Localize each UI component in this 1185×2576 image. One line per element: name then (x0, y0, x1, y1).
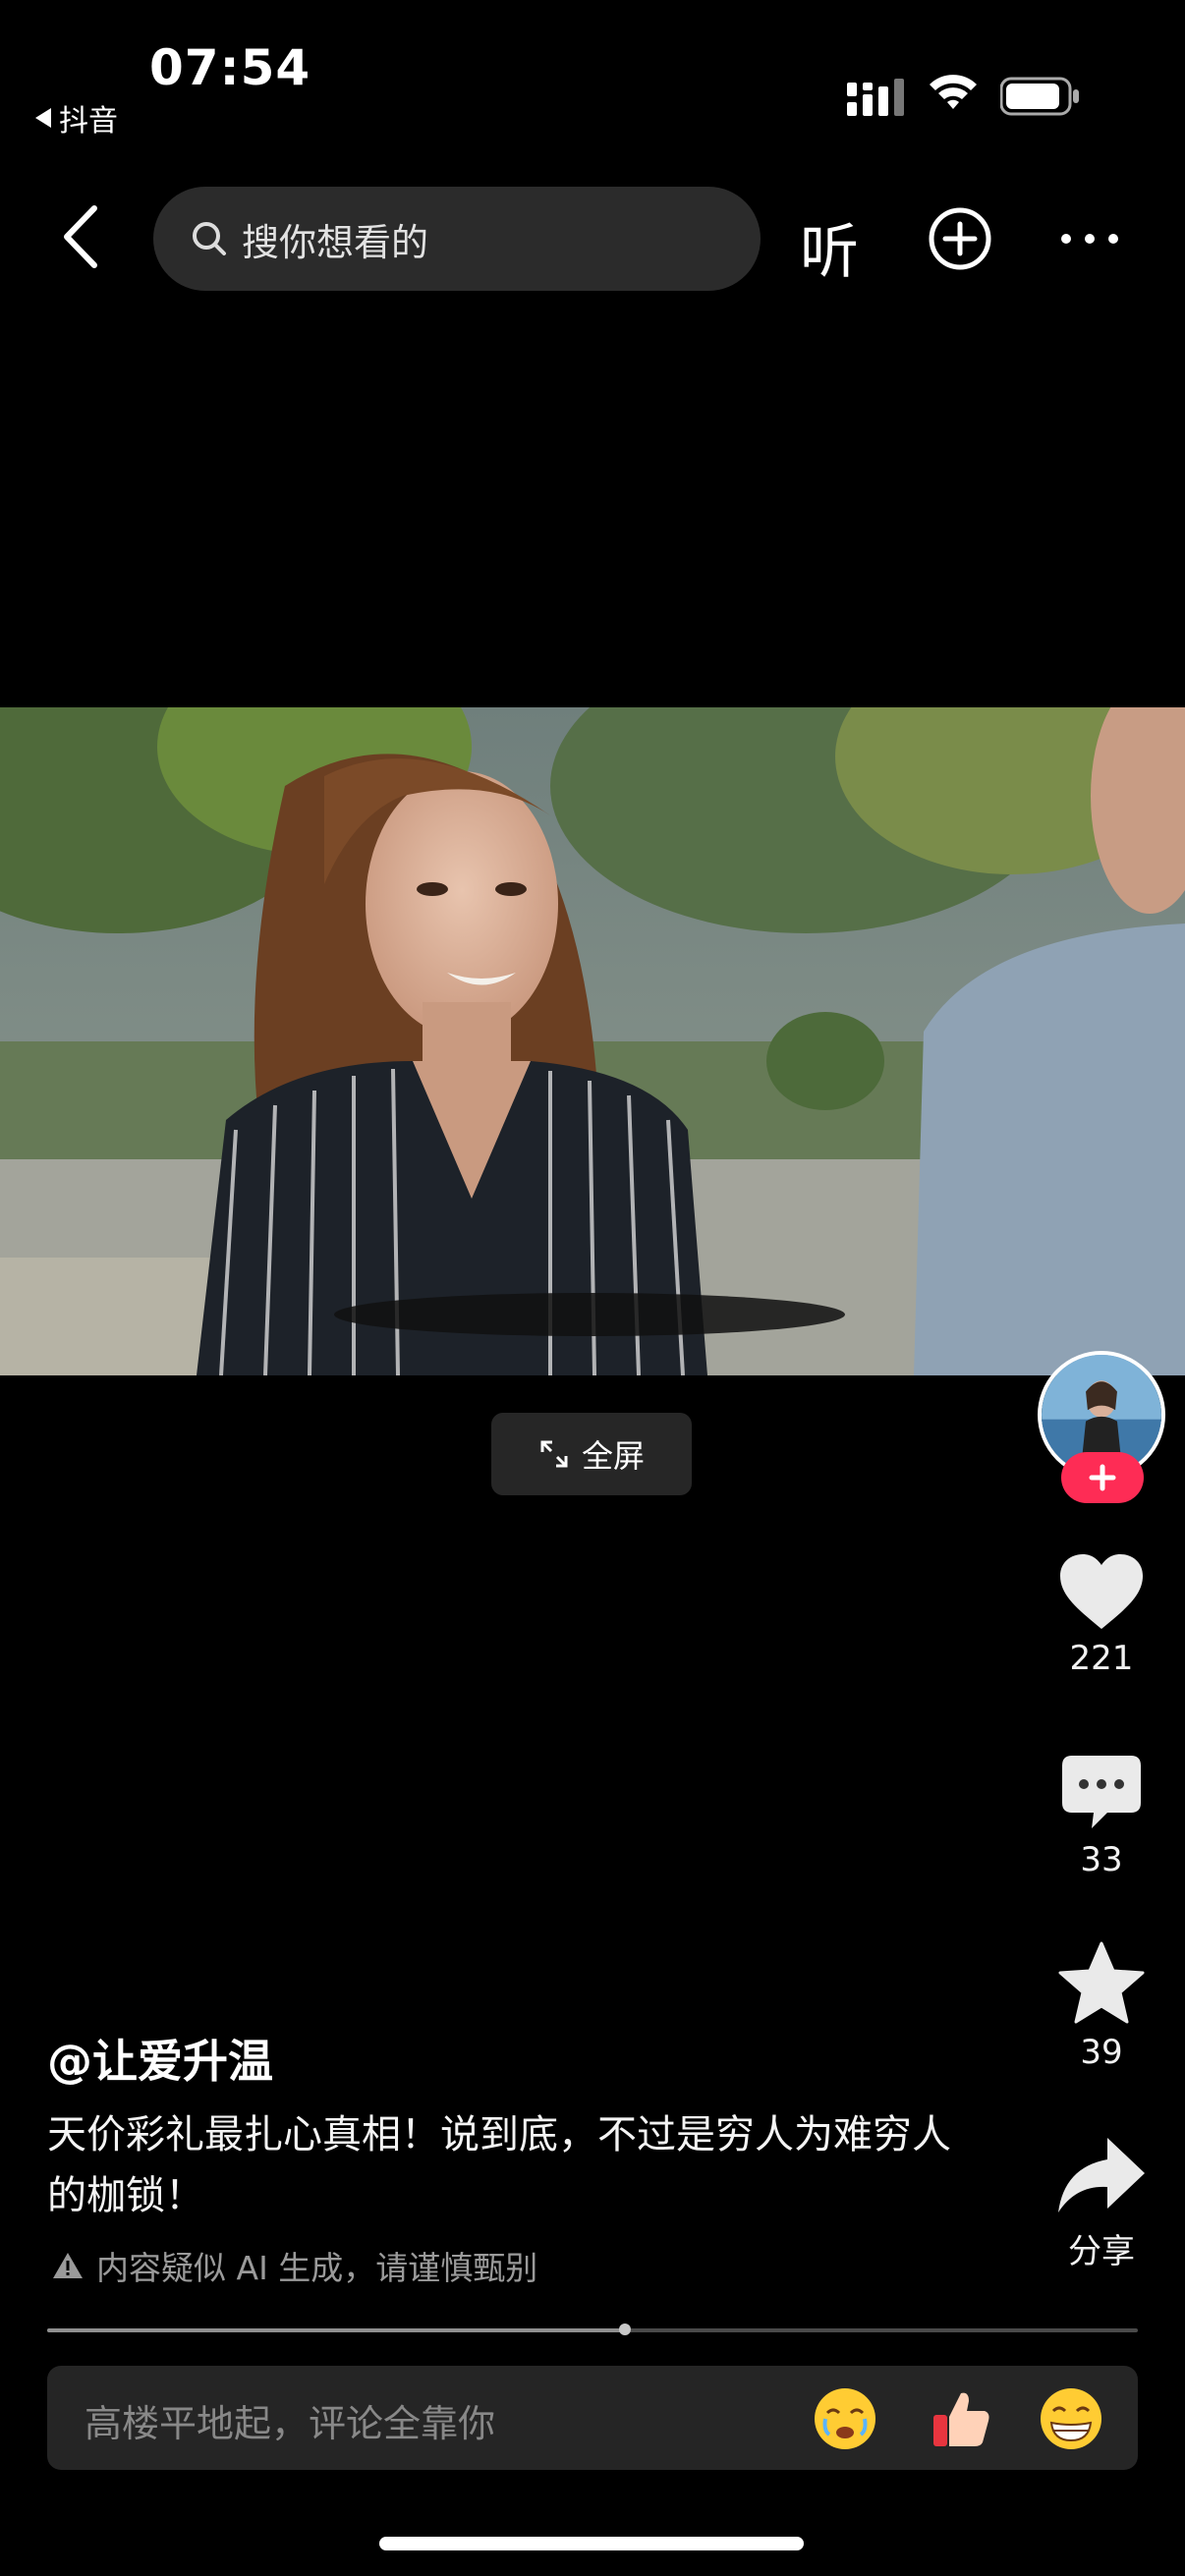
video-description: 天价彩礼最扎心真相！说到底，不过是穷人为难穷人的枷锁！ (47, 2112, 951, 2218)
battery-icon (1000, 77, 1079, 116)
plus-icon (1089, 1464, 1116, 1491)
expand-icon (540, 1440, 568, 1468)
comment-placeholder: 高楼平地起，评论全靠你 (85, 2402, 496, 2445)
follow-button[interactable] (1061, 1452, 1144, 1503)
crying-emoji-icon[interactable] (812, 2385, 878, 2452)
cellular-signal-icon (847, 79, 904, 116)
back-to-app[interactable]: 抖音 (35, 96, 118, 140)
share-button[interactable]: 分享 (1023, 2134, 1180, 2272)
ai-notice: 内容疑似 AI 生成，请谨慎甄别 (51, 2242, 537, 2289)
star-icon (1058, 1941, 1145, 2024)
fullscreen-button[interactable]: 全屏 (491, 1413, 692, 1495)
video-player[interactable] (0, 707, 1185, 1375)
like-count: 221 (1069, 1639, 1134, 1678)
comment-input[interactable]: 高楼平地起，评论全靠你 (47, 2366, 1138, 2470)
add-button[interactable] (928, 206, 992, 271)
favorite-count: 39 (1080, 2033, 1123, 2072)
back-button[interactable] (57, 202, 106, 271)
comment-count: 33 (1080, 1840, 1123, 1879)
like-button[interactable]: 221 (1023, 1552, 1180, 1678)
search-icon (193, 222, 226, 255)
search-placeholder: 搜你想看的 (242, 220, 429, 264)
fullscreen-label: 全屏 (581, 1437, 645, 1475)
more-icon[interactable] (1057, 218, 1122, 259)
warning-icon (53, 2253, 83, 2278)
thumbs-up-emoji-icon[interactable] (928, 2385, 994, 2452)
wifi-icon (930, 75, 977, 109)
comment-icon (1062, 1756, 1141, 1828)
progress-fill (47, 2328, 625, 2332)
ai-notice-text: 内容疑似 AI 生成，请谨慎甄别 (96, 2249, 538, 2287)
progress-handle[interactable] (619, 2324, 631, 2335)
back-triangle-icon (35, 108, 51, 128)
grin-emoji-icon[interactable] (1038, 2385, 1104, 2452)
back-app-label: 抖音 (59, 104, 118, 139)
favorite-button[interactable]: 39 (1023, 1940, 1180, 2072)
share-icon (1058, 2138, 1145, 2212)
listen-button[interactable]: 听 (800, 204, 859, 290)
search-input[interactable]: 搜你想看的 (153, 187, 761, 291)
status-time: 07:54 (149, 39, 311, 96)
home-indicator (379, 2537, 804, 2550)
comment-button[interactable]: 33 (1023, 1754, 1180, 1879)
heart-icon (1060, 1554, 1143, 1629)
author-name[interactable]: @让爱升温 (47, 2026, 273, 2091)
share-label: 分享 (1068, 2232, 1135, 2271)
